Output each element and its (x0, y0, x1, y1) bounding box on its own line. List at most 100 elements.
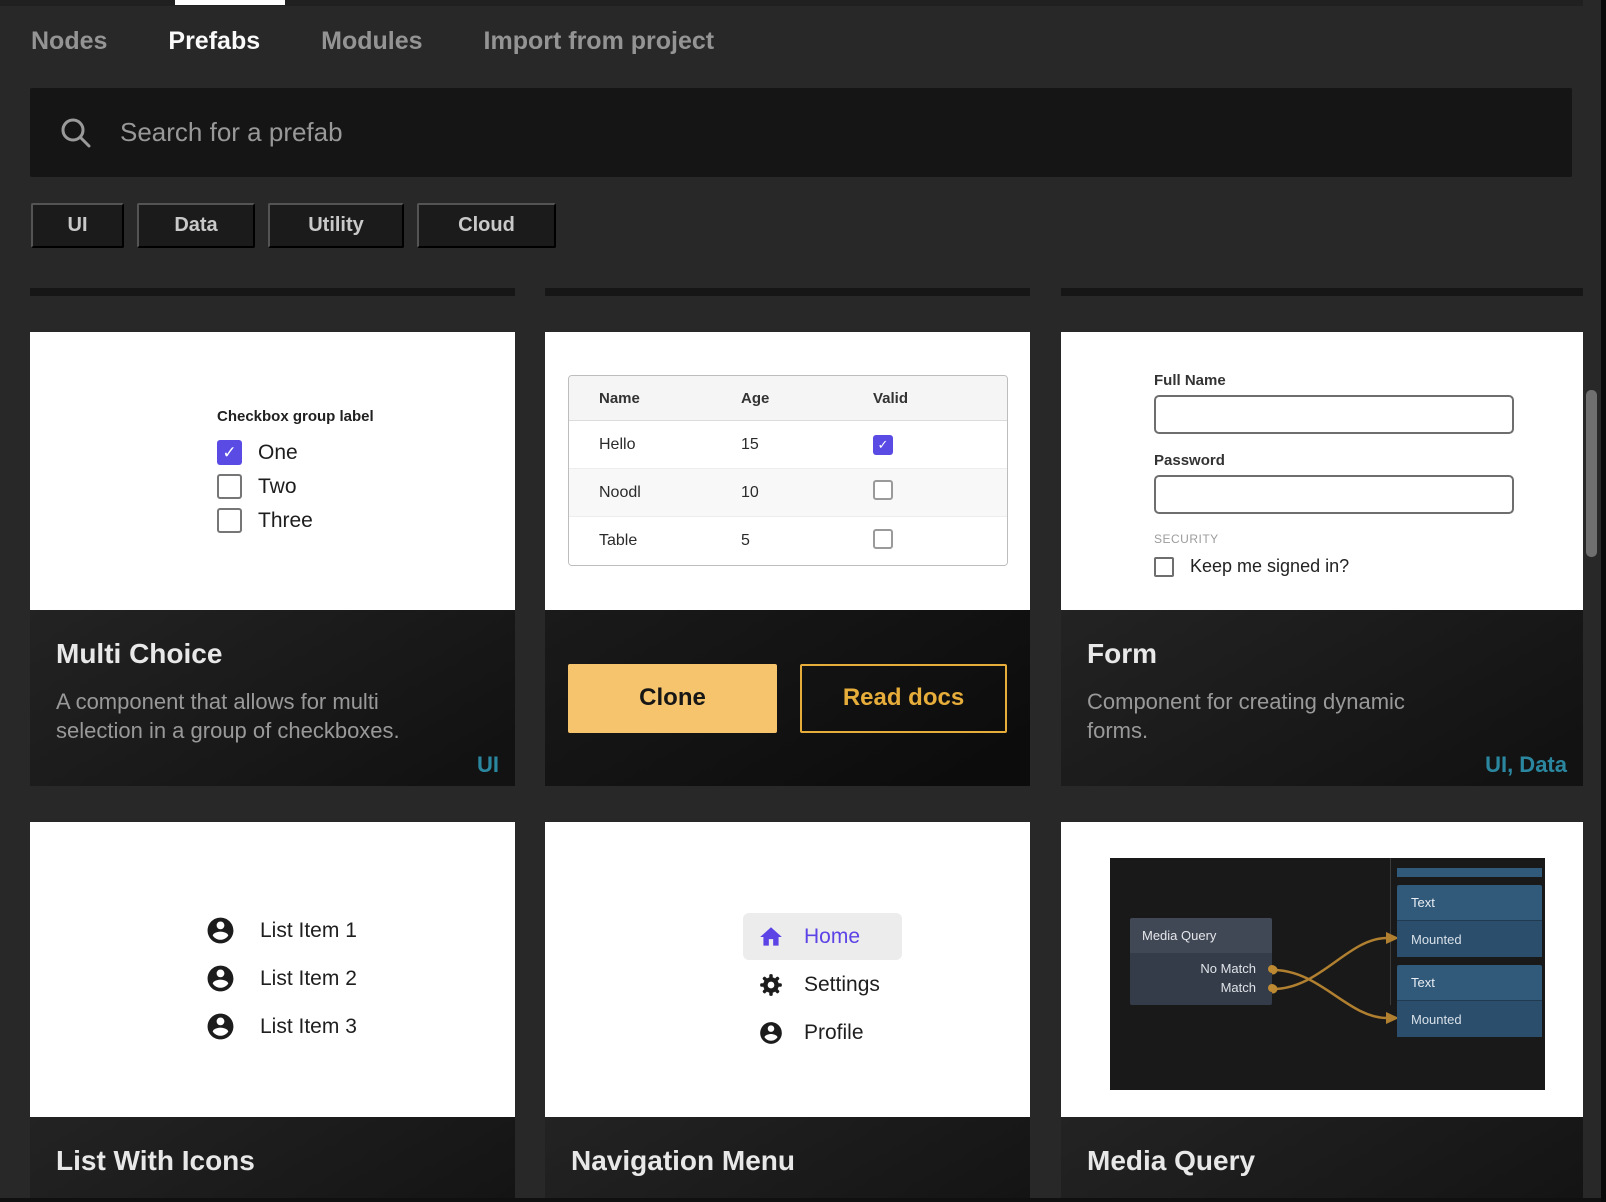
prefab-browser: Nodes Prefabs Modules Import from projec… (0, 0, 1606, 1202)
prefab-card-table[interactable]: Name Age Valid Hello 15 ✓ Noodl 10 Table… (545, 332, 1030, 786)
node-body: No Match Match (1130, 953, 1272, 1005)
nav-item-label: Home (804, 925, 860, 949)
list-item: List Item 3 (205, 1011, 357, 1042)
checkbox-unchecked-icon (217, 474, 242, 499)
node-input-port: Mounted (1397, 1000, 1542, 1037)
list-item: List Item 2 (205, 963, 357, 994)
prefab-preview-multi-choice: Checkbox group label ✓ One Two Three (30, 332, 515, 610)
checkbox-unchecked-icon (873, 480, 893, 500)
text-node-partial (1397, 868, 1542, 877)
gear-icon (758, 972, 784, 998)
prefab-card-hover-actions: Clone Read docs (545, 610, 1030, 786)
prefab-card-list-with-icons[interactable]: List Item 1 List Item 2 List Item 3 List… (30, 822, 515, 1202)
search-bar[interactable] (30, 88, 1572, 177)
nav-item-profile: Profile (743, 1009, 902, 1056)
tab-nodes[interactable]: Nodes (31, 27, 107, 56)
tab-bar: Nodes Prefabs Modules Import from projec… (31, 27, 714, 56)
person-icon (205, 915, 236, 946)
filter-chips: UI Data Utility Cloud (31, 203, 556, 248)
search-input[interactable] (118, 116, 1418, 149)
node-input-port: Mounted (1397, 920, 1542, 957)
nav-menu: Home Settings (743, 913, 902, 1057)
prefab-card-title: Form (1061, 610, 1583, 670)
prefab-card-tags: UI, Data (1485, 752, 1567, 778)
prefab-preview-list: List Item 1 List Item 2 List Item 3 (30, 822, 515, 1117)
checkbox-row: ✓ One (217, 440, 374, 465)
node-title: Text (1397, 885, 1542, 920)
checkbox-label: One (258, 441, 298, 465)
node-title: Media Query (1130, 918, 1272, 953)
prefab-card-title: Media Query (1061, 1117, 1583, 1177)
list-item-label: List Item 3 (260, 1015, 357, 1039)
table-header-valid: Valid (873, 390, 1007, 407)
port-label: Match (1221, 980, 1256, 995)
prefab-card-navigation-menu[interactable]: Home Settings (545, 822, 1030, 1202)
table-cell: 10 (741, 484, 873, 502)
password-input (1154, 475, 1514, 514)
card-action-buttons: Clone Read docs (545, 610, 1030, 786)
port-dot (1268, 965, 1276, 973)
checkbox-checked-icon: ✓ (217, 440, 242, 465)
previous-row-card-remnant (545, 288, 1030, 296)
form-field-label: Password (1154, 452, 1514, 469)
table-cell: Noodl (569, 484, 741, 502)
prefab-card-multi-choice[interactable]: Checkbox group label ✓ One Two Three Mul… (30, 332, 515, 786)
tab-modules[interactable]: Modules (321, 27, 422, 56)
nav-item-label: Profile (804, 1021, 864, 1045)
nav-item-label: Settings (804, 973, 880, 997)
read-docs-button[interactable]: Read docs (800, 664, 1007, 733)
checkbox-label: Keep me signed in? (1190, 556, 1349, 577)
port-label: No Match (1200, 961, 1256, 976)
table-cell: 15 (741, 436, 873, 454)
checkbox-label: Three (258, 509, 313, 533)
previous-row-card-remnant (1061, 288, 1583, 296)
prefab-card-info: Multi Choice A component that allows for… (30, 610, 515, 786)
port-dot (1268, 984, 1276, 992)
table-cell (873, 480, 1007, 505)
filter-chip-ui[interactable]: UI (31, 203, 124, 248)
prefab-card-media-query[interactable]: Media Query No Match Match Text Mounted … (1061, 822, 1583, 1202)
tab-import-from-project[interactable]: Import from project (484, 27, 715, 56)
table-header-age: Age (741, 390, 873, 407)
filter-chip-utility[interactable]: Utility (268, 203, 404, 248)
filter-chip-cloud[interactable]: Cloud (417, 203, 556, 248)
checkbox-group: Checkbox group label ✓ One Two Three (217, 408, 374, 542)
table-cell: Table (569, 532, 741, 550)
prefab-card-info: Navigation Menu Component for creating a… (545, 1117, 1030, 1202)
person-icon (205, 1011, 236, 1042)
prefab-card-description: Component for creating dynamic forms. (1061, 670, 1461, 745)
table: Name Age Valid Hello 15 ✓ Noodl 10 Table… (568, 375, 1008, 566)
previous-row-card-remnant (30, 288, 515, 296)
scrollbar-thumb[interactable] (1586, 390, 1597, 557)
prefab-card-info: List With Icons A simple list component … (30, 1117, 515, 1202)
text-node: Text Mounted (1397, 885, 1542, 957)
table-cell (873, 529, 1007, 554)
table-row: Table 5 (569, 517, 1007, 565)
filter-chip-data[interactable]: Data (137, 203, 255, 248)
table-cell: 5 (741, 532, 873, 550)
table-cell: Hello (569, 436, 741, 454)
keep-signed-in-row: Keep me signed in? (1154, 556, 1514, 577)
table-cell: ✓ (873, 435, 1007, 455)
prefab-card-description: A component that allows for multi select… (30, 670, 460, 745)
prefab-card-title: Navigation Menu (545, 1117, 1030, 1177)
nav-item-home: Home (743, 913, 902, 960)
prefab-preview-nav-menu: Home Settings (545, 822, 1030, 1117)
checkbox-group-label: Checkbox group label (217, 408, 374, 425)
list-item: List Item 1 (205, 915, 357, 946)
prefab-card-form[interactable]: Full Name Password SECURITY Keep me sign… (1061, 332, 1583, 786)
prefab-card-tags: UI (477, 752, 499, 778)
prefab-card-title: Multi Choice (30, 610, 515, 670)
tab-prefabs[interactable]: Prefabs (168, 27, 260, 56)
search-icon (58, 115, 94, 151)
list-item-label: List Item 2 (260, 967, 357, 991)
prefab-preview-table: Name Age Valid Hello 15 ✓ Noodl 10 Table… (545, 332, 1030, 610)
checkbox-unchecked-icon (217, 508, 242, 533)
text-node: Text Mounted (1397, 965, 1542, 1037)
checkbox-unchecked-icon (1154, 557, 1174, 577)
checkbox-unchecked-icon (873, 529, 893, 549)
form-field-label: Full Name (1154, 372, 1514, 389)
list-item-label: List Item 1 (260, 919, 357, 943)
clone-button[interactable]: Clone (568, 664, 777, 733)
media-query-node: Media Query No Match Match (1130, 918, 1272, 1005)
